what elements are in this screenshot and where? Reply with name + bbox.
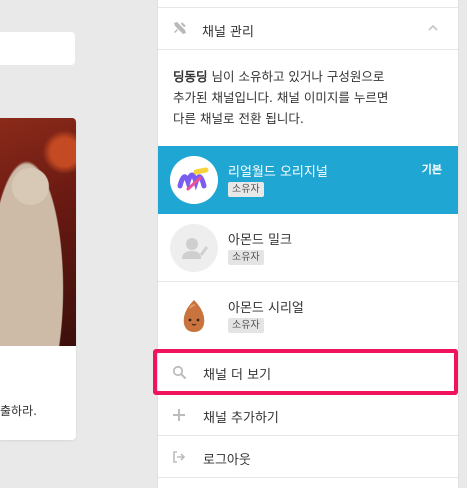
tools-icon bbox=[174, 22, 186, 34]
channel-name: 아몬드 밀크 bbox=[228, 233, 292, 248]
channel-dropdown-panel: 채널 관리 딩동딩 님이 소유하고 있거나 구성원으로 추가된 채널입니다. 채… bbox=[157, 0, 459, 488]
content-thumbnail[interactable] bbox=[0, 118, 76, 346]
channel-manage-row[interactable]: 채널 관리 bbox=[158, 8, 458, 50]
almond-character-icon bbox=[170, 292, 218, 340]
content-card-text: 출하라. bbox=[0, 404, 37, 418]
channel-avatar[interactable] bbox=[170, 224, 218, 272]
channel-avatar[interactable] bbox=[170, 156, 218, 204]
logout-icon bbox=[173, 451, 186, 463]
logout-item[interactable]: 로그아웃 bbox=[158, 437, 458, 478]
channel-name: 아몬드 시리얼 bbox=[228, 301, 304, 316]
channel-name: 리얼월드 오리지널 bbox=[228, 165, 328, 180]
description-line3: 다른 채널로 전환 됩니다. bbox=[173, 111, 304, 126]
view-more-channels-label: 채널 더 보기 bbox=[203, 368, 272, 383]
search-icon bbox=[172, 365, 186, 379]
logout-label: 로그아웃 bbox=[203, 453, 251, 468]
role-badge: 소유자 bbox=[228, 182, 264, 197]
chevron-up-icon[interactable] bbox=[428, 24, 438, 32]
channel-item-realworld-original[interactable]: 리얼월드 오리지널 소유자 기본 bbox=[158, 146, 458, 214]
channel-logo-icon bbox=[170, 156, 218, 204]
plus-icon bbox=[173, 409, 185, 421]
owner-name: 딩동딩 bbox=[173, 69, 208, 84]
channel-description: 딩동딩 님이 소유하고 있거나 구성원으로 추가된 채널입니다. 채널 이미지를… bbox=[173, 66, 443, 129]
role-badge: 소유자 bbox=[228, 318, 264, 333]
user-placeholder-icon bbox=[170, 224, 218, 272]
content-card[interactable]: 출하라. bbox=[0, 118, 76, 440]
channel-manage-label: 채널 관리 bbox=[202, 25, 254, 40]
channel-item-almond-cereal[interactable]: 아몬드 시리얼 소유자 bbox=[158, 282, 458, 350]
channel-item-almond-milk[interactable]: 아몬드 밀크 소유자 bbox=[158, 214, 458, 282]
search-box-background[interactable] bbox=[0, 32, 75, 65]
role-badge: 소유자 bbox=[228, 250, 264, 265]
add-channel-label: 채널 추가하기 bbox=[203, 411, 279, 426]
add-channel-item[interactable]: 채널 추가하기 bbox=[158, 395, 458, 436]
description-line2: 추가된 채널입니다. 채널 이미지를 누르면 bbox=[173, 90, 389, 105]
default-channel-tag: 기본 bbox=[421, 163, 442, 176]
view-more-channels-item[interactable]: 채널 더 보기 bbox=[158, 352, 458, 393]
channel-avatar[interactable] bbox=[170, 292, 218, 340]
description-line1: 님이 소유하고 있거나 구성원으로 bbox=[207, 69, 385, 84]
